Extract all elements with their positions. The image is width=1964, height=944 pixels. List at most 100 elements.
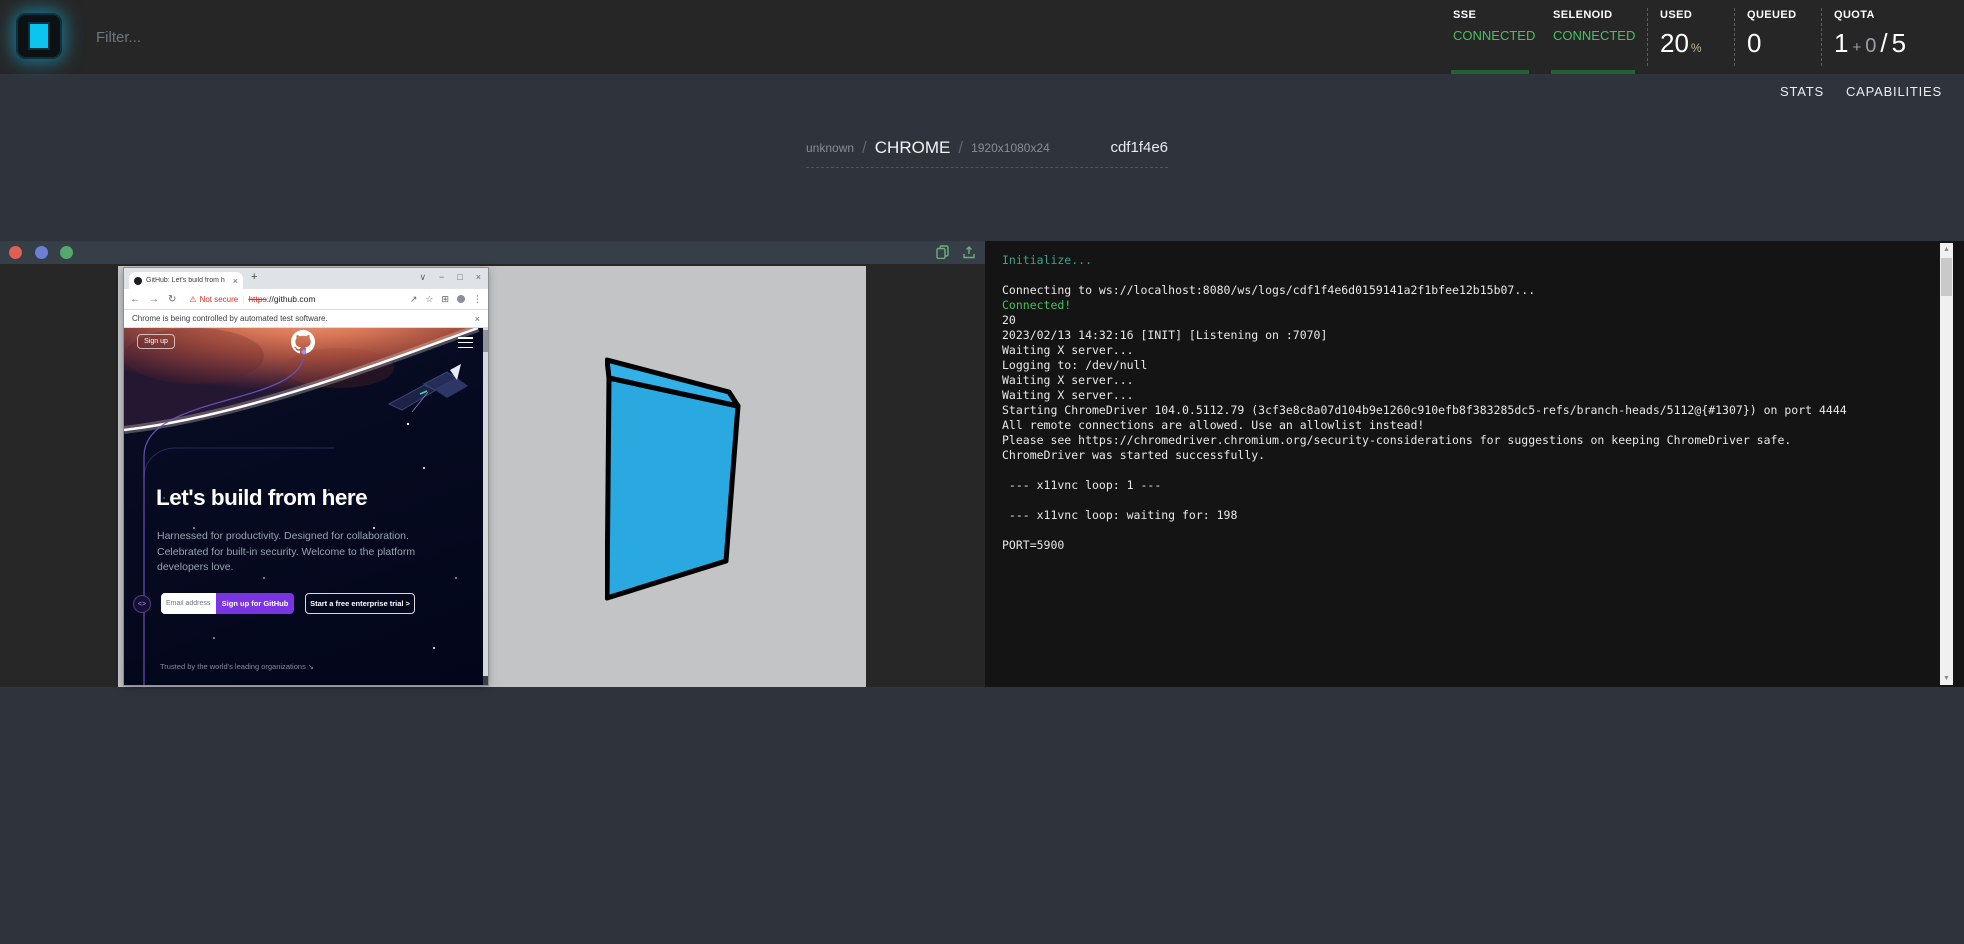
url-text[interactable]: ://github.com bbox=[267, 294, 316, 304]
used-value: 20 bbox=[1660, 28, 1689, 58]
log-line bbox=[1002, 268, 1924, 283]
webgl-cube bbox=[605, 350, 743, 602]
sse-label: SSE bbox=[1453, 9, 1541, 21]
chrome-menu-icon[interactable]: ⋮ bbox=[473, 294, 482, 305]
used-unit: % bbox=[1691, 41, 1702, 55]
log-line: Waiting X server... bbox=[1002, 343, 1924, 358]
automation-infobar: Chrome is being controlled by automated … bbox=[124, 309, 488, 328]
quota-used: 1 bbox=[1834, 28, 1848, 58]
log-line: --- x11vnc loop: 1 --- bbox=[1002, 478, 1924, 493]
window-close-icon[interactable]: × bbox=[476, 272, 481, 283]
sse-value: CONNECTED bbox=[1453, 28, 1541, 43]
log-scrollbar[interactable]: ▲ ▼ bbox=[1940, 243, 1953, 685]
warning-icon: ⚠ bbox=[189, 295, 196, 304]
selenoid-logo-icon bbox=[28, 22, 50, 50]
log-line: 2023/02/13 14:32:16 [INIT] [Listening on… bbox=[1002, 328, 1924, 343]
hamburger-menu-icon[interactable] bbox=[458, 337, 473, 351]
scroll-down-icon[interactable]: ▼ bbox=[1940, 672, 1953, 685]
maximize-icon[interactable]: □ bbox=[457, 272, 462, 283]
log-scrollbar-thumb[interactable] bbox=[1941, 258, 1952, 296]
log-line bbox=[1002, 493, 1924, 508]
not-secure-label[interactable]: Not secure bbox=[200, 295, 239, 304]
filter-input[interactable] bbox=[96, 18, 516, 56]
log-line bbox=[1002, 523, 1924, 538]
session-name: unknown bbox=[806, 141, 854, 155]
tab-title: GitHub: Let's build from h bbox=[146, 277, 229, 284]
log-line: --- x11vnc loop: waiting for: 198 bbox=[1002, 508, 1924, 523]
github-favicon-icon bbox=[134, 277, 142, 285]
bookmark-star-icon[interactable]: ☆ bbox=[425, 294, 433, 305]
log-line bbox=[1002, 463, 1924, 478]
github-signup-button[interactable]: Sign up for GitHub bbox=[216, 593, 294, 614]
profile-avatar[interactable] bbox=[457, 295, 465, 303]
back-icon[interactable]: ← bbox=[130, 294, 140, 305]
log-line: All remote connections are allowed. Use … bbox=[1002, 418, 1924, 433]
queued-status: QUEUED 0 bbox=[1735, 0, 1821, 74]
minimize-icon[interactable]: − bbox=[439, 272, 444, 283]
github-tagline: Harnessed for productivity. Designed for… bbox=[157, 529, 415, 576]
queued-value: 0 bbox=[1747, 28, 1821, 59]
queued-label: QUEUED bbox=[1747, 9, 1821, 21]
tab-groups-icon[interactable]: ⊞ bbox=[441, 294, 449, 305]
log-line: Logging to: /dev/null bbox=[1002, 358, 1924, 373]
remote-chrome-window: GitHub: Let's build from h × + ∨ − □ × ←… bbox=[124, 268, 488, 685]
log-line: Initialize... bbox=[1002, 253, 1924, 268]
page-scrollbar[interactable] bbox=[483, 328, 488, 685]
tab-close-icon[interactable]: × bbox=[233, 276, 238, 286]
github-logo-icon[interactable] bbox=[291, 330, 315, 354]
chrome-menu-chevron-icon[interactable]: ∨ bbox=[419, 272, 426, 283]
session-separator: / bbox=[958, 138, 963, 158]
page-scrollbar-thumb[interactable] bbox=[483, 330, 488, 352]
tab-stats[interactable]: STATS bbox=[1780, 84, 1824, 99]
code-badge-icon: <> bbox=[133, 595, 151, 613]
session-row[interactable]: unknown / CHROME / 1920x1080x24 cdf1f4e6 bbox=[806, 128, 1168, 168]
window-dot-red bbox=[9, 246, 22, 259]
upload-icon[interactable] bbox=[962, 245, 976, 259]
used-label: USED bbox=[1660, 9, 1734, 21]
session-log-panel: Initialize... Connecting to ws://localho… bbox=[985, 241, 1964, 687]
session-separator: / bbox=[862, 138, 867, 158]
vnc-canvas[interactable]: GitHub: Let's build from h × + ∨ − □ × ←… bbox=[118, 266, 866, 687]
github-headline: Let's build from here bbox=[156, 485, 367, 511]
log-line: Connecting to ws://localhost:8080/ws/log… bbox=[1002, 283, 1924, 298]
infobar-text: Chrome is being controlled by automated … bbox=[132, 314, 328, 323]
quota-plus: + bbox=[1852, 39, 1861, 56]
log-line: Waiting X server... bbox=[1002, 373, 1924, 388]
session-browser-info: unknown / CHROME / 1920x1080x24 bbox=[806, 138, 1050, 158]
infobar-close-icon[interactable]: × bbox=[475, 314, 480, 324]
log-line: Connected! bbox=[1002, 298, 1924, 313]
window-dot-blue bbox=[35, 246, 48, 259]
session-id: cdf1f4e6 bbox=[1110, 139, 1168, 156]
sse-status: SSE CONNECTED bbox=[1441, 0, 1541, 74]
scroll-up-icon[interactable]: ▲ bbox=[1940, 243, 1953, 256]
vnc-titlebar bbox=[0, 241, 985, 264]
browser-tab[interactable]: GitHub: Let's build from h × bbox=[129, 272, 243, 289]
log-line: Waiting X server... bbox=[1002, 388, 1924, 403]
email-field[interactable] bbox=[161, 593, 216, 614]
trusted-orgs-text: Trusted by the world's leading organizat… bbox=[160, 662, 314, 671]
log-line: PORT=5900 bbox=[1002, 538, 1924, 553]
github-signup-link[interactable]: Sign up bbox=[137, 334, 175, 349]
status-cluster: SSE CONNECTED SELENOID CONNECTED USED 20… bbox=[1441, 0, 1948, 74]
new-tab-button[interactable]: + bbox=[251, 271, 257, 283]
selenoid-value: CONNECTED bbox=[1553, 28, 1647, 43]
quota-slash: / bbox=[1880, 28, 1887, 58]
nav-tabs: STATS CAPABILITIES bbox=[1780, 84, 1942, 99]
url-divider: | bbox=[242, 295, 244, 304]
log-line: Please see https://chromedriver.chromium… bbox=[1002, 433, 1924, 448]
selenoid-underline bbox=[1551, 70, 1635, 74]
tab-capabilities[interactable]: CAPABILITIES bbox=[1846, 84, 1942, 99]
share-icon[interactable]: ↗ bbox=[410, 294, 418, 305]
enterprise-trial-button[interactable]: Start a free enterprise trial > bbox=[305, 593, 415, 614]
tagline-line: developers love. bbox=[157, 560, 415, 576]
sse-underline bbox=[1451, 70, 1529, 74]
forward-icon[interactable]: → bbox=[149, 294, 159, 305]
tagline-line: Harnessed for productivity. Designed for… bbox=[157, 529, 415, 545]
copy-icon[interactable] bbox=[936, 245, 949, 259]
tagline-line: Celebrated for built-in security. Welcom… bbox=[157, 545, 415, 561]
github-page: Sign up Let's build from here Harnessed … bbox=[124, 328, 488, 685]
url-scheme: https bbox=[248, 294, 266, 304]
selenoid-label: SELENOID bbox=[1553, 9, 1647, 21]
reload-icon[interactable]: ↻ bbox=[168, 294, 176, 305]
selenoid-logo[interactable] bbox=[16, 13, 62, 59]
